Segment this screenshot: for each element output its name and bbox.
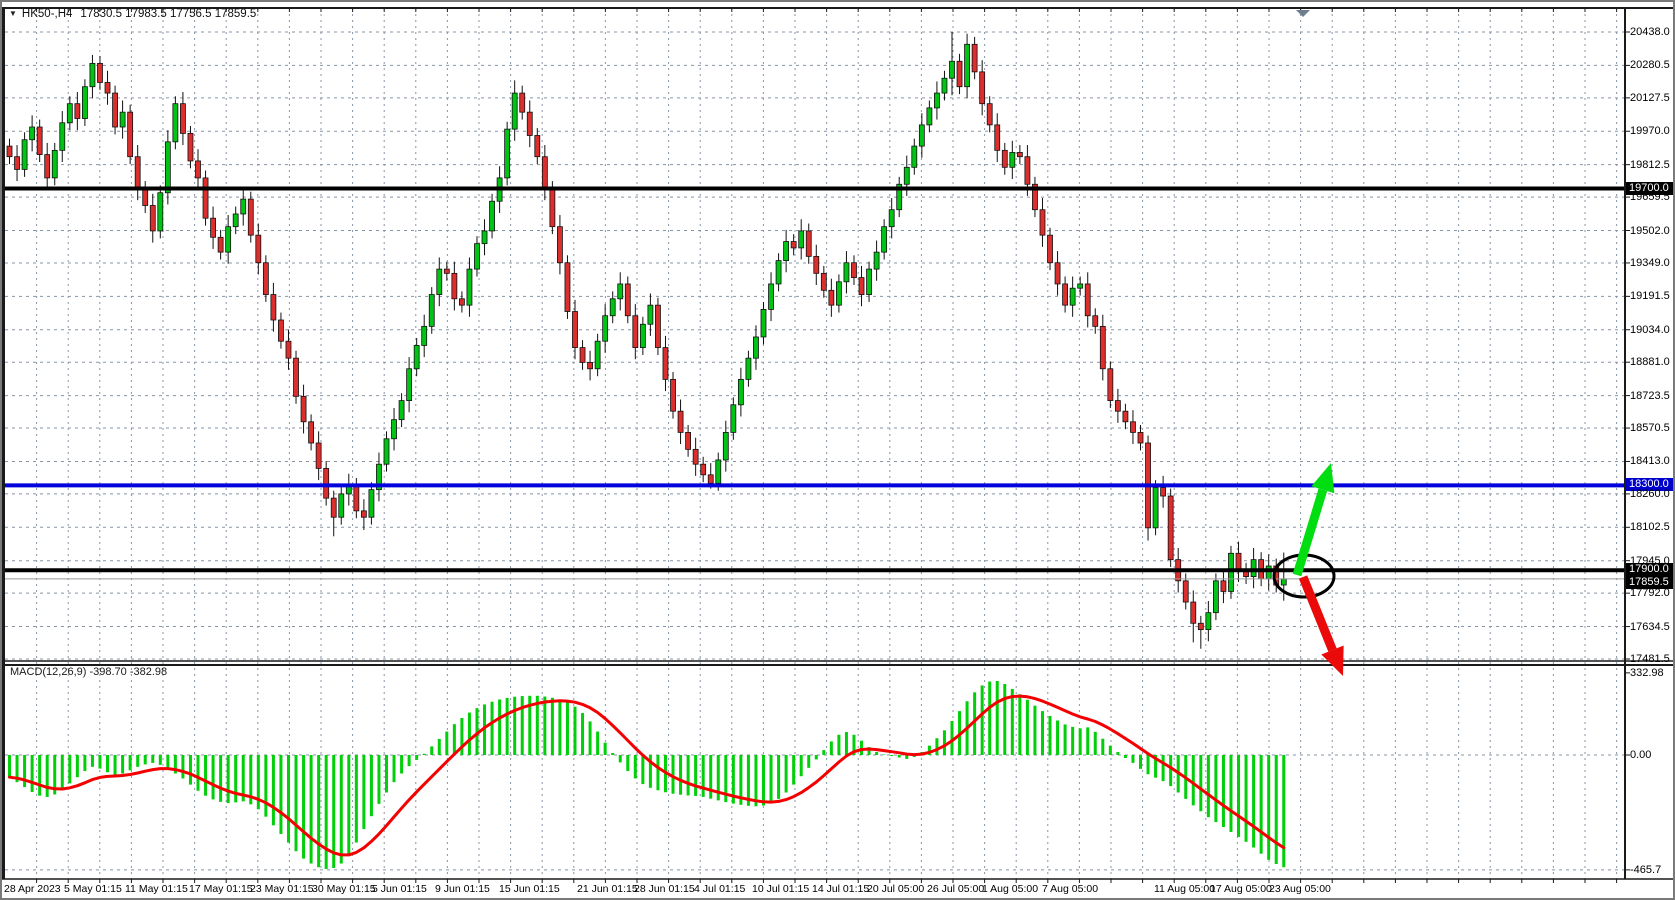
bullish-scenario-arrow[interactable] (1297, 490, 1323, 575)
date-axis-label: 28 Apr 2023 (4, 883, 61, 895)
date-axis-label: 17 Aug 05:00 (1210, 883, 1272, 895)
date-axis-label: 14 Jul 01:15 (812, 883, 869, 895)
symbol-dropdown-icon[interactable]: ▼ (9, 9, 17, 18)
macd-axis: 332.98 0.00 -465.7 (1630, 2, 1675, 900)
date-axis-label: 26 Jul 05:00 (927, 883, 984, 895)
date-axis-label: 30 May 01:15 (312, 883, 376, 895)
date-axis-label: 10 Jul 01:15 (752, 883, 809, 895)
macd-indicator-label: MACD(12,26,9) -398.70 -382.98 (10, 666, 167, 678)
bullish-scenario-arrow-head (1311, 463, 1334, 493)
chart-canvas[interactable] (2, 2, 1675, 900)
date-axis-label: 23 May 01:15 (250, 883, 314, 895)
date-axis-label: 21 Jun 01:15 (577, 883, 638, 895)
date-axis-label: 23 Aug 05:00 (1269, 883, 1331, 895)
chart-shift-marker-icon[interactable] (1296, 10, 1310, 17)
date-axis-label: 17 May 01:15 (189, 883, 253, 895)
chart-window: ▼ HK50-,H4 17830.5 17983.5 17756.5 17859.5… (0, 0, 1675, 900)
date-axis[interactable]: 28 Apr 20235 May 01:1511 May 01:1517 May… (2, 883, 1675, 899)
date-axis-label: 9 Jun 01:15 (435, 883, 490, 895)
macd-axis-label: 0.00 (1630, 749, 1651, 761)
symbol-name: HK50-,H4 (22, 8, 73, 20)
symbol-ohlc-label: ▼ HK50-,H4 17830.5 17983.5 17756.5 17859.5 (9, 8, 256, 20)
date-axis-label: 20 Jul 05:00 (867, 883, 924, 895)
date-axis-label: 1 Aug 05:00 (982, 883, 1038, 895)
macd-axis-label: 332.98 (1630, 667, 1664, 679)
date-axis-label: 5 May 01:15 (64, 883, 122, 895)
date-axis-label: 5 Jun 01:15 (372, 883, 427, 895)
date-axis-label: 11 Aug 05:00 (1154, 883, 1215, 895)
date-axis-label: 11 May 01:15 (125, 883, 188, 895)
date-axis-label: 4 Jul 01:15 (694, 883, 745, 895)
macd-axis-label: -465.7 (1630, 864, 1661, 876)
ohlc-readout: 17830.5 17983.5 17756.5 17859.5 (80, 8, 256, 20)
date-axis-label: 28 Jun 01:15 (634, 883, 695, 895)
date-axis-label: 7 Aug 05:00 (1042, 883, 1098, 895)
date-axis-label: 15 Jun 01:15 (499, 883, 560, 895)
